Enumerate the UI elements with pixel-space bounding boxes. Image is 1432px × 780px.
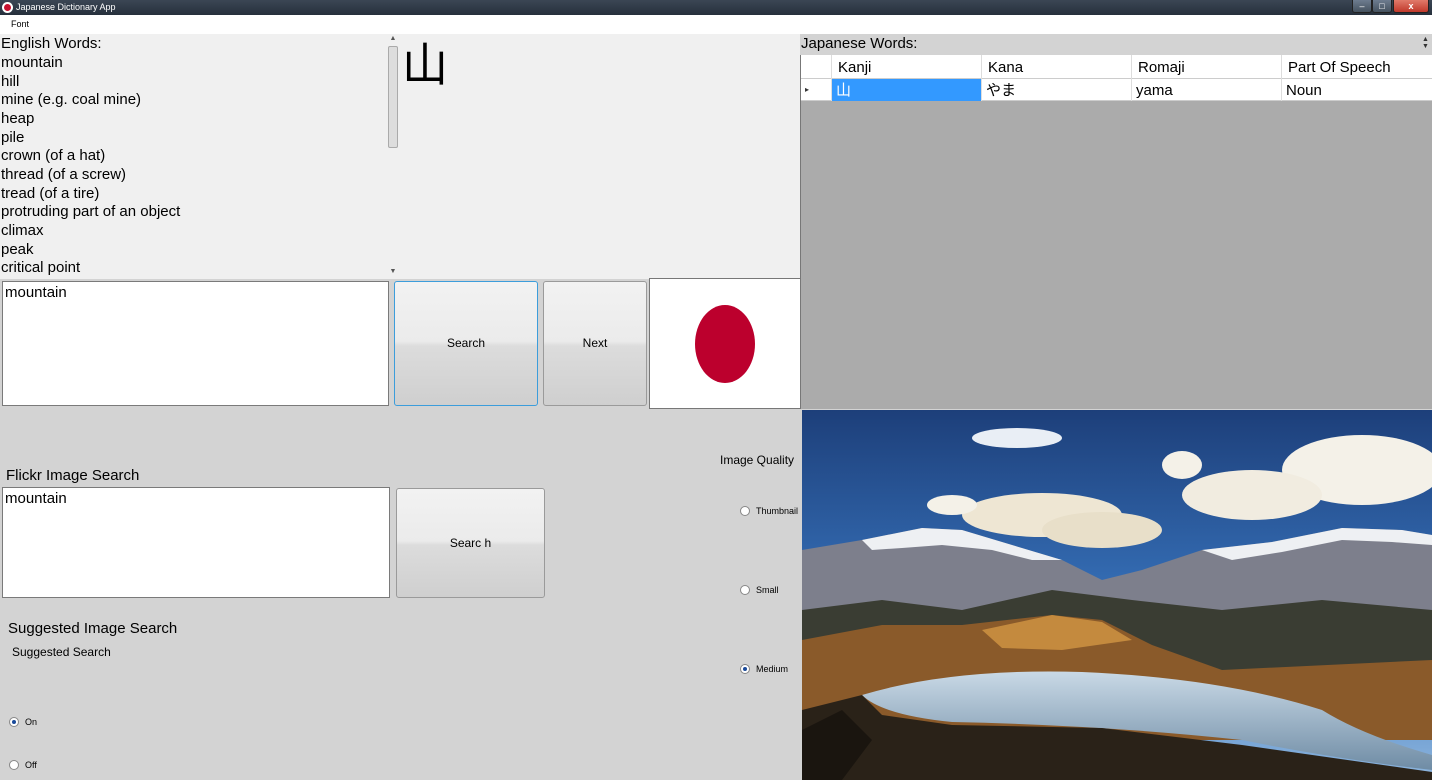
radio-medium[interactable]: Medium bbox=[740, 663, 789, 675]
flickr-search-button[interactable]: Searc h bbox=[396, 488, 545, 598]
japanese-words-label: Japanese Words: bbox=[801, 35, 918, 52]
suggested-search-label: Suggested Search bbox=[12, 645, 111, 659]
kanji-display-panel: 山 bbox=[400, 34, 800, 279]
radio-off[interactable]: Off bbox=[9, 759, 37, 771]
list-item[interactable]: mountain bbox=[1, 54, 180, 73]
english-words-scrollbar[interactable]: ▲ ▼ bbox=[387, 34, 399, 279]
radio-circle-icon[interactable] bbox=[740, 505, 750, 516]
cell-romaji[interactable]: yama bbox=[1131, 79, 1281, 101]
list-item[interactable]: hill bbox=[1, 73, 180, 92]
scroll-up-arrow-icon[interactable]: ▲ bbox=[387, 34, 399, 44]
cell-kanji[interactable]: 山 bbox=[831, 79, 981, 101]
row-indicator-arrow-icon: ▸ bbox=[805, 85, 810, 94]
window-title: Japanese Dictionary App bbox=[16, 2, 116, 12]
list-item[interactable]: mine (e.g. coal mine) bbox=[1, 91, 180, 110]
list-item[interactable]: heap bbox=[1, 110, 180, 129]
next-button[interactable]: Next bbox=[543, 281, 647, 406]
spinner-arrows-icon[interactable]: ▲ ▼ bbox=[1422, 36, 1429, 50]
flag-sun-disc bbox=[695, 305, 755, 383]
maximize-button[interactable]: □ bbox=[1372, 0, 1392, 13]
menu-bar: Font bbox=[0, 15, 1432, 34]
title-bar: Japanese Dictionary App – □ x bbox=[0, 0, 1432, 15]
image-quality-label: Image Quality bbox=[720, 453, 795, 467]
search-button[interactable]: Search bbox=[394, 281, 538, 406]
grid-header: Kanji Kana Romaji Part Of Speech bbox=[801, 55, 1432, 79]
list-item[interactable]: thread (of a screw) bbox=[1, 166, 180, 185]
radio-circle-icon[interactable] bbox=[9, 759, 19, 770]
cell-part-of-speech[interactable]: Noun bbox=[1281, 79, 1432, 101]
menu-font[interactable]: Font bbox=[11, 19, 29, 29]
list-item[interactable]: climax bbox=[1, 222, 180, 241]
english-words-panel: English Words: mountain hill mine (e.g. … bbox=[0, 34, 400, 279]
list-item[interactable]: tread (of a tire) bbox=[1, 185, 180, 204]
search-input[interactable]: mountain bbox=[2, 281, 389, 406]
english-words-label: English Words: bbox=[1, 35, 102, 52]
radio-circle-icon[interactable] bbox=[740, 584, 750, 595]
kanji-display: 山 bbox=[402, 38, 448, 92]
suggested-image-search-label: Suggested Image Search bbox=[8, 620, 178, 637]
list-item[interactable]: pile bbox=[1, 129, 180, 148]
cell-kana[interactable]: やま bbox=[981, 79, 1131, 101]
column-header-kanji[interactable]: Kanji bbox=[831, 55, 981, 79]
column-header-kana[interactable]: Kana bbox=[981, 55, 1131, 79]
radio-circle-selected-icon[interactable] bbox=[9, 716, 19, 727]
list-item[interactable]: crown (of a hat) bbox=[1, 147, 180, 166]
app-icon bbox=[2, 2, 13, 13]
radio-thumbnail[interactable]: Thumbnail bbox=[740, 505, 799, 517]
close-button[interactable]: x bbox=[1393, 0, 1429, 13]
radio-label: Medium bbox=[756, 664, 789, 674]
table-row[interactable]: ▸ 山 やま yama Noun bbox=[801, 79, 1432, 101]
japanese-words-grid[interactable]: Kanji Kana Romaji Part Of Speech ▸ 山 やま … bbox=[800, 55, 1432, 409]
english-words-list[interactable]: mountain hill mine (e.g. coal mine) heap… bbox=[1, 54, 180, 278]
minimize-button[interactable]: – bbox=[1352, 0, 1372, 13]
list-item[interactable]: protruding part of an object bbox=[1, 203, 180, 222]
flickr-search-label: Flickr Image Search bbox=[6, 467, 140, 484]
radio-circle-selected-icon[interactable] bbox=[740, 663, 750, 674]
radio-small[interactable]: Small bbox=[740, 584, 779, 596]
scroll-thumb[interactable] bbox=[388, 46, 398, 148]
flickr-search-input[interactable]: mountain bbox=[2, 487, 390, 598]
radio-label: Thumbnail bbox=[756, 506, 799, 516]
list-item[interactable]: critical point bbox=[1, 259, 180, 278]
flickr-result-image bbox=[802, 410, 1432, 780]
radio-label: On bbox=[25, 717, 38, 727]
japan-flag-image bbox=[649, 278, 801, 409]
radio-label: Off bbox=[25, 760, 37, 770]
list-item[interactable]: peak bbox=[1, 241, 180, 260]
mountain-lake-photo bbox=[802, 410, 1432, 780]
scroll-down-arrow-icon[interactable]: ▼ bbox=[387, 267, 399, 277]
radio-on[interactable]: On bbox=[9, 716, 38, 728]
column-header-part-of-speech[interactable]: Part Of Speech bbox=[1281, 55, 1432, 79]
column-header-romaji[interactable]: Romaji bbox=[1131, 55, 1281, 79]
radio-label: Small bbox=[756, 585, 779, 595]
